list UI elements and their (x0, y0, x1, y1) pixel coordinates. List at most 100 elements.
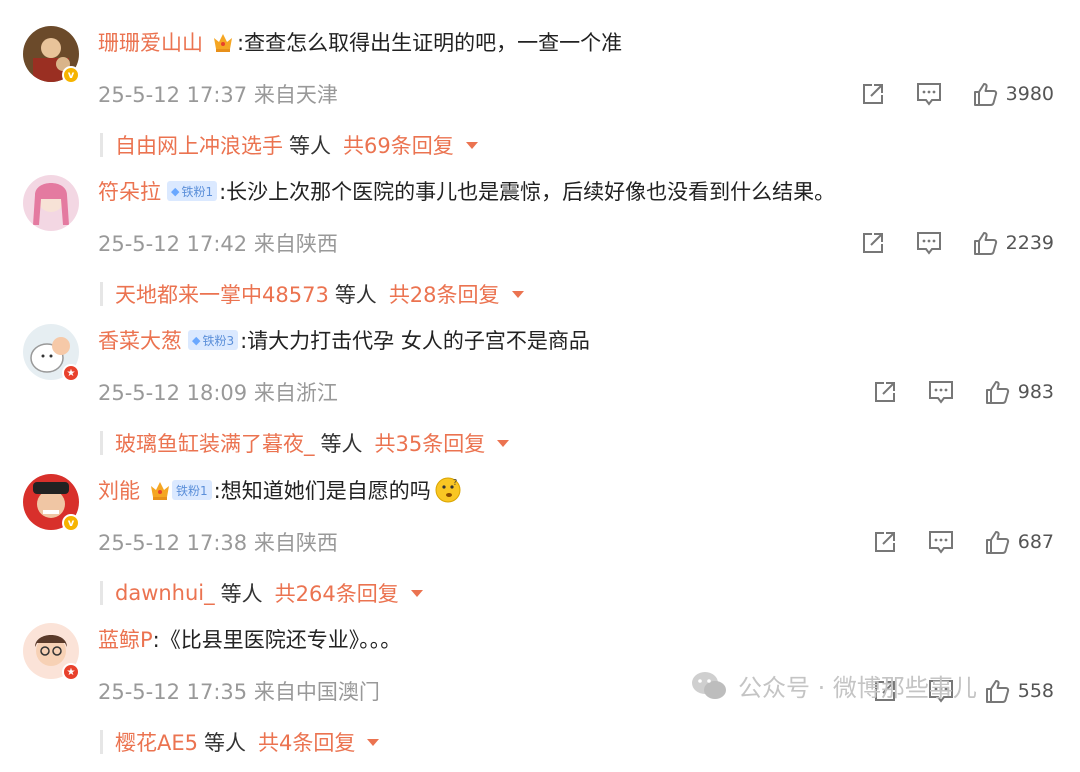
avatar[interactable] (23, 175, 79, 231)
username[interactable]: 香菜大葱 (98, 325, 182, 355)
like-button[interactable]: 3980 (972, 81, 1054, 107)
like-count: 2239 (1005, 232, 1054, 254)
svg-text:?: ? (453, 478, 457, 487)
username[interactable]: 符朵拉 (98, 176, 161, 206)
timestamp: 25-5-12 17:37 (98, 83, 248, 107)
like-button[interactable]: 983 (984, 379, 1054, 405)
comment-item: v 珊珊爱山山 :查查怎么取得出生证明的吧，一查一个准 25-5-12 17:3… (0, 26, 1080, 175)
reply-others: 等人 (334, 283, 377, 307)
comment-meta: 25-5-12 17:37 来自天津 (98, 79, 338, 109)
timestamp: 25-5-12 17:42 (98, 232, 248, 256)
chevron-down-icon[interactable] (511, 290, 524, 298)
comment-text: :想知道她们是自愿的吗 (213, 479, 431, 503)
reply-count-link[interactable]: 共69条回复 (343, 130, 454, 160)
reply-button[interactable] (928, 379, 954, 405)
reply-count-link[interactable]: 共4条回复 (258, 727, 355, 757)
verified-badge: v (62, 514, 80, 532)
reply-others: 等人 (204, 731, 246, 755)
fan-level: 铁粉3 (202, 333, 235, 348)
reply-others: 等人 (220, 582, 263, 606)
divider (100, 730, 103, 754)
comment-icon (928, 531, 953, 554)
reply-preview[interactable]: 樱花AE5 等人 共4条回复 (100, 726, 380, 758)
thumbs-up-icon (973, 83, 997, 106)
comment-text: :查查怎么取得出生证明的吧，一查一个准 (237, 31, 623, 55)
reply-others: 等人 (289, 134, 331, 158)
location: 来自陕西 (253, 531, 338, 555)
thumbs-up-icon (985, 381, 1009, 404)
comment-meta: 25-5-12 18:09 来自浙江 (98, 377, 338, 407)
crown-icon (214, 34, 232, 52)
fan-badge: ◆ 铁粉3 (188, 330, 239, 350)
fan-badge: ◆ 铁粉1 (167, 181, 218, 201)
share-icon (862, 84, 883, 104)
like-button[interactable]: 687 (984, 529, 1054, 555)
chevron-down-icon[interactable] (465, 141, 478, 149)
reply-user[interactable]: 玻璃鱼缸装满了暮夜_ (115, 428, 315, 458)
comment-item: 符朵拉 ◆ 铁粉1 :长沙上次那个医院的事儿也是震惊，后续好像也没看到什么结果。 … (0, 175, 1080, 324)
username[interactable]: 刘能 (98, 475, 140, 505)
watermark: 公众号 · 微博那些事儿 (690, 668, 977, 703)
verified-badge: ★ (62, 364, 80, 382)
share-button[interactable] (872, 379, 898, 405)
share-button[interactable] (860, 81, 886, 107)
reply-user[interactable]: dawnhui_ (115, 581, 215, 605)
username[interactable]: 珊珊爱山山 (98, 27, 203, 57)
watermark-text: 公众号 · 微博那些事儿 (738, 674, 977, 702)
share-button[interactable] (860, 230, 886, 256)
verified-badge: ★ (62, 663, 80, 681)
comment-meta: 25-5-12 17:38 来自陕西 (98, 527, 338, 557)
comment-icon (916, 232, 941, 255)
reply-preview[interactable]: 天地都来一掌中48573 等人 共28条回复 (100, 278, 524, 310)
share-icon (874, 382, 895, 402)
crown-icon (151, 482, 169, 500)
reply-preview[interactable]: 自由网上冲浪选手 等人 共69条回复 (100, 129, 478, 161)
share-icon (862, 233, 883, 253)
location: 来自中国澳门 (253, 680, 380, 704)
divider (100, 282, 103, 306)
reply-button[interactable] (916, 81, 942, 107)
diamond-icon: ◆ (171, 184, 180, 198)
fan-level: 铁粉1 (181, 184, 214, 199)
comment-text: :请大力打击代孕 女人的子宫不是商品 (240, 329, 590, 353)
location: 来自浙江 (253, 381, 338, 405)
thinking-emoji-icon: ? (435, 477, 461, 503)
reply-button[interactable] (916, 230, 942, 256)
reply-preview[interactable]: dawnhui_ 等人 共264条回复 (100, 577, 423, 609)
reply-preview[interactable]: 玻璃鱼缸装满了暮夜_ 等人 共35条回复 (100, 427, 510, 459)
reply-user[interactable]: 天地都来一掌中48573 (115, 279, 329, 309)
fan-level: 铁粉1 (176, 483, 208, 498)
divider (100, 133, 103, 157)
chevron-down-icon[interactable] (367, 738, 380, 746)
reply-user[interactable]: 自由网上冲浪选手 (115, 130, 283, 160)
comment-meta: 25-5-12 17:35 来自中国澳门 (98, 676, 380, 706)
username[interactable]: 蓝鲸P (98, 624, 153, 654)
reply-button[interactable] (928, 529, 954, 555)
reply-count-link[interactable]: 共35条回复 (375, 428, 486, 458)
thumbs-up-icon (985, 680, 1009, 703)
location: 来自陕西 (253, 232, 338, 256)
reply-others: 等人 (320, 432, 363, 456)
timestamp: 25-5-12 18:09 (98, 381, 248, 405)
comment-item: v 刘能 铁粉1 :想知道她们是自愿的吗 ? 25-5-12 17:38 来自陕… (0, 474, 1080, 623)
diamond-icon: ◆ (192, 333, 201, 347)
chevron-down-icon[interactable] (410, 589, 423, 597)
like-count: 3980 (1005, 83, 1054, 105)
comment-meta: 25-5-12 17:42 来自陕西 (98, 228, 338, 258)
like-button[interactable]: 2239 (972, 230, 1054, 256)
verified-badge: v (62, 66, 80, 84)
timestamp: 25-5-12 17:35 (98, 680, 248, 704)
like-button[interactable]: 558 (984, 678, 1054, 704)
chevron-down-icon[interactable] (497, 439, 510, 447)
comment-icon (928, 381, 953, 404)
reply-user[interactable]: 樱花AE5 (115, 727, 198, 757)
timestamp: 25-5-12 17:38 (98, 531, 248, 555)
reply-count-link[interactable]: 共28条回复 (389, 279, 500, 309)
share-button[interactable] (872, 529, 898, 555)
thumbs-up-icon (973, 232, 997, 255)
like-count: 687 (1017, 531, 1054, 553)
comment-icon (916, 83, 941, 106)
wechat-icon (692, 671, 726, 699)
thumbs-up-icon (985, 531, 1009, 554)
reply-count-link[interactable]: 共264条回复 (275, 578, 399, 608)
